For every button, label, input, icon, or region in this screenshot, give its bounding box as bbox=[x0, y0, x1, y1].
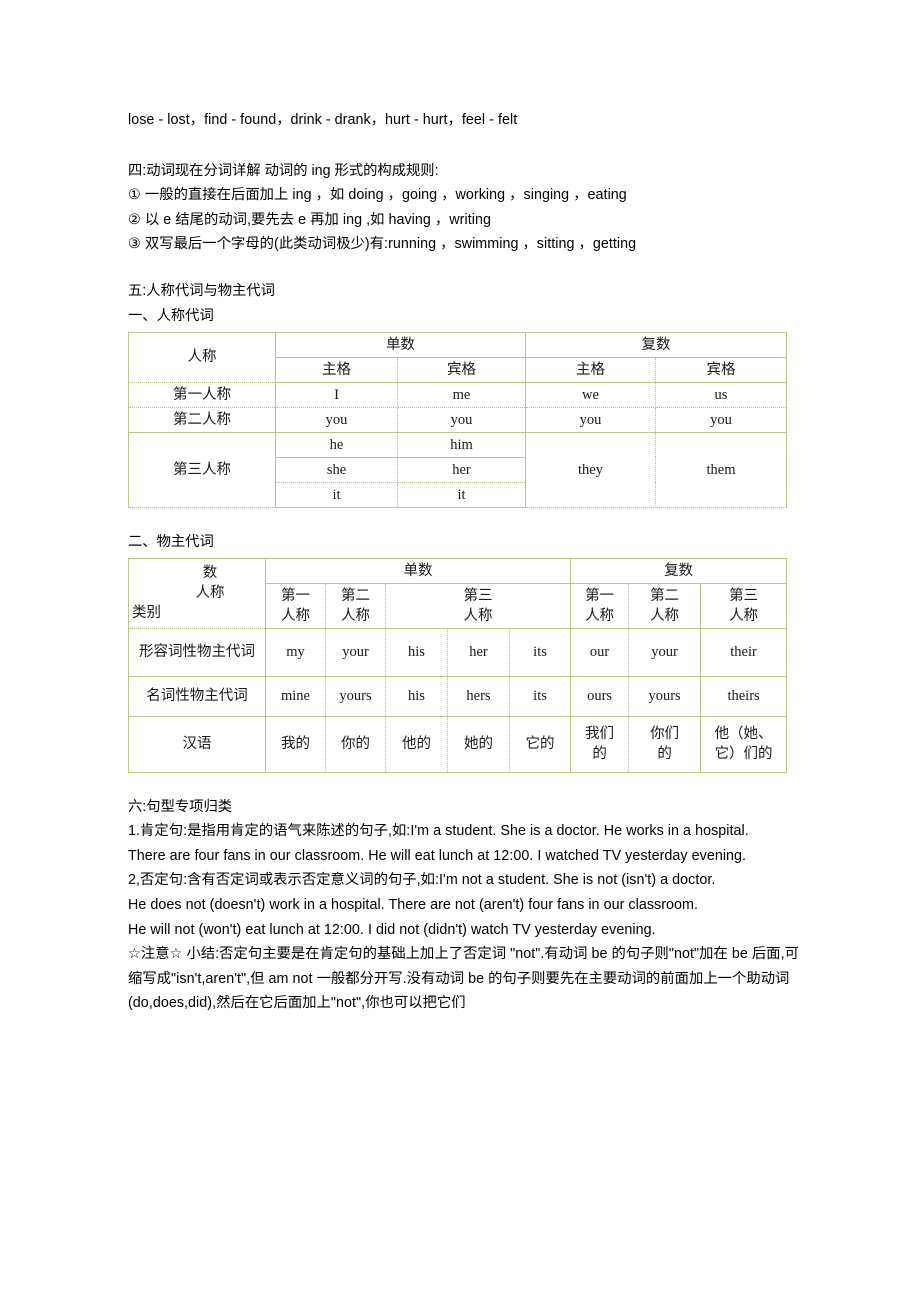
cell-mine: mine bbox=[265, 675, 326, 717]
header-third-person-sg: 第三 人称 bbox=[384, 582, 572, 629]
cell-yours-pl: yours bbox=[628, 675, 702, 717]
section-six-affirmative-examples: There are four fans in our classroom. He… bbox=[128, 847, 747, 864]
header-first-person-pl: 第一 人称 bbox=[570, 582, 630, 629]
header-first-person-sg: 第一 人称 bbox=[265, 582, 326, 629]
section-six-negative-examples-1: He does not (doesn't) work in a hospital… bbox=[128, 896, 699, 913]
cell-them: them bbox=[655, 431, 787, 508]
cell-her-adj: her bbox=[447, 627, 510, 677]
cell-your-cn: 你的 bbox=[325, 715, 386, 773]
cell-my: my bbox=[265, 627, 326, 677]
row-label-second-person: 第二人称 bbox=[128, 406, 276, 433]
table-row: 第三人称 he him they them bbox=[128, 431, 787, 508]
header-subjective-singular: 主格 bbox=[275, 356, 398, 383]
cell-his-cn: 他的 bbox=[385, 715, 448, 773]
personal-pronoun-table: 人称 单数 复数 主格 宾格 主格 宾格 第一人称 I me we us 第二人… bbox=[128, 331, 787, 508]
cell-your-pl-cn: 你们 的 bbox=[628, 715, 702, 773]
cell-we: we bbox=[525, 381, 656, 408]
table-row: 数 人称 类别 单数 复数 bbox=[128, 557, 788, 629]
row-label-first-person: 第一人称 bbox=[128, 381, 276, 408]
cell-our-cn: 我们 的 bbox=[570, 715, 630, 773]
cell-his-nom: his bbox=[385, 675, 448, 717]
table-row: 第二人称 you you you you bbox=[128, 406, 787, 433]
cell-you-subj-sg: you bbox=[275, 406, 398, 433]
cell-your-pl: your bbox=[628, 627, 702, 677]
section-five-heading: 五:人称代词与物主代词 bbox=[128, 282, 275, 299]
possessive-corner-header: 数 人称 类别 bbox=[128, 557, 266, 629]
cell-she: she bbox=[275, 456, 398, 483]
personal-pronoun-heading: 一、人称代词 bbox=[128, 307, 214, 324]
cell-me: me bbox=[397, 381, 526, 408]
section-six-negative-definition: 2,否定句:含有否定词或表示否定意义词的句子,如:I'm not a stude… bbox=[128, 872, 716, 889]
cell-her-cn: 她的 bbox=[447, 715, 510, 773]
cell-i: I bbox=[275, 381, 398, 408]
corner-line-number: 数 bbox=[202, 565, 218, 582]
cell-he: he bbox=[275, 431, 398, 458]
cell-its-cn: 它的 bbox=[508, 715, 572, 773]
section-six-heading: 六:句型专项归类 bbox=[128, 798, 233, 815]
cell-him: him bbox=[397, 431, 526, 458]
cell-their: their bbox=[700, 627, 788, 677]
cell-its-nom: its bbox=[508, 675, 572, 717]
cell-yours-sg: yours bbox=[325, 675, 386, 717]
cell-it-obj: it bbox=[397, 481, 526, 508]
cell-they: they bbox=[525, 431, 656, 508]
table-row: 第一人称 I me we us bbox=[128, 381, 787, 408]
row-label-chinese: 汉语 bbox=[128, 715, 266, 773]
cell-theirs: theirs bbox=[700, 675, 788, 717]
cell-you-obj-pl: you bbox=[655, 406, 787, 433]
document-page: lose - lost，find - found，drink - drank，h… bbox=[0, 0, 920, 1302]
cell-my-cn: 我的 bbox=[265, 715, 326, 773]
cell-your-sg: your bbox=[325, 627, 386, 677]
pronoun-corner-label: 人称 bbox=[128, 331, 276, 383]
cell-you-subj-pl: you bbox=[525, 406, 656, 433]
cell-his-adj: his bbox=[385, 627, 448, 677]
corner-line-category: 类别 bbox=[132, 605, 161, 622]
possessive-pronoun-heading: 二、物主代词 bbox=[128, 533, 214, 550]
corner-line-person: 人称 bbox=[195, 585, 225, 602]
header-objective-plural: 宾格 bbox=[655, 356, 787, 383]
header-second-person-sg: 第二 人称 bbox=[325, 582, 386, 629]
section-four-heading: 四:动词现在分词详解 动词的 ing 形式的构成规则: bbox=[128, 162, 439, 179]
table-row: 汉语 我的 你的 他的 她的 它的 我们 的 你们 的 他（她、 它）们的 bbox=[128, 715, 788, 773]
cell-their-cn: 他（她、 它）们的 bbox=[700, 715, 788, 773]
row-label-adjectival-possessive: 形容词性物主代词 bbox=[128, 627, 266, 677]
header-plural: 复数 bbox=[570, 557, 788, 584]
cell-hers: hers bbox=[447, 675, 510, 717]
header-second-person-pl: 第二 人称 bbox=[628, 582, 702, 629]
cell-its-adj: its bbox=[508, 627, 572, 677]
header-subjective-plural: 主格 bbox=[525, 356, 656, 383]
cell-it-subj: it bbox=[275, 481, 398, 508]
section-four-rule-1: ① 一般的直接在后面加上 ing ，如 doing ，going ，workin… bbox=[128, 187, 627, 204]
possessive-pronoun-table: 数 人称 类别 单数 复数 第一 人称 第二 人称 第三 人称 第一 人称 第二… bbox=[128, 557, 788, 773]
section-six-affirmative-definition: 1.肯定句:是指用肯定的语气来陈述的句子,如:I'm a student. Sh… bbox=[128, 823, 749, 840]
section-six-negative-examples-2: He will not (won't) eat lunch at 12:00. … bbox=[128, 921, 656, 938]
cell-our: our bbox=[570, 627, 630, 677]
header-plural: 复数 bbox=[525, 331, 787, 358]
header-singular: 单数 bbox=[264, 557, 572, 584]
cell-her: her bbox=[397, 456, 526, 483]
table-row: 名词性物主代词 mine yours his hers its ours you… bbox=[128, 675, 788, 717]
table-row: 人称 单数 复数 bbox=[128, 331, 787, 383]
table-row: 形容词性物主代词 my your his her its our your th… bbox=[128, 627, 788, 677]
row-label-nominal-possessive: 名词性物主代词 bbox=[128, 675, 266, 717]
irregular-verbs-line: lose - lost，find - found，drink - drank，h… bbox=[128, 112, 518, 128]
section-six-note: ☆注意☆ 小结:否定句主要是在肯定句的基础上加上了否定词 "not".有动词 b… bbox=[128, 946, 799, 1012]
header-singular: 单数 bbox=[275, 331, 526, 358]
row-label-third-person: 第三人称 bbox=[128, 431, 276, 508]
cell-ours: ours bbox=[570, 675, 630, 717]
header-objective-singular: 宾格 bbox=[397, 356, 526, 383]
cell-us: us bbox=[655, 381, 787, 408]
cell-you-obj-sg: you bbox=[397, 406, 526, 433]
section-four-rule-3: ③ 双写最后一个字母的(此类动词极少)有:running ，swimming ，… bbox=[128, 236, 637, 253]
header-third-person-pl: 第三 人称 bbox=[700, 582, 788, 629]
section-four-rule-2: ② 以 e 结尾的动词,要先去 e 再加 ing ,如 having ，writ… bbox=[128, 211, 491, 228]
